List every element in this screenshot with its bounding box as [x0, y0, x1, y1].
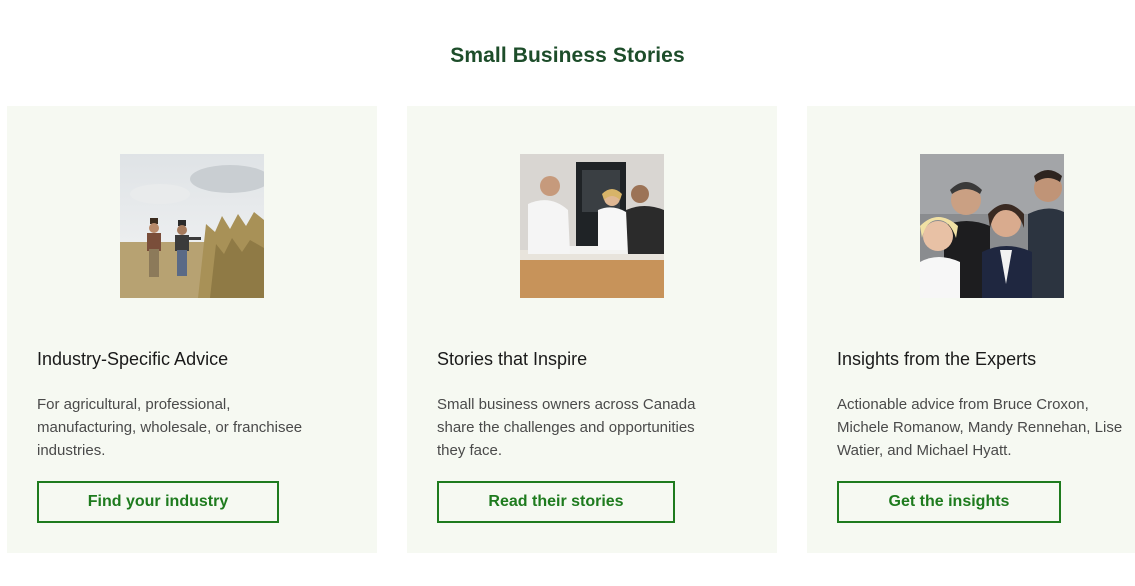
team-reviewing-plans-photo [520, 154, 664, 298]
card-description: Small business owners across Canada shar… [437, 396, 696, 459]
experts-group-portrait-photo [920, 154, 1064, 298]
card-stories-inspire: Stories that Inspire Small business owne… [407, 106, 777, 553]
card-description: For agricultural, professional, manufact… [37, 396, 303, 459]
card-heading: Stories that Inspire [437, 349, 588, 369]
find-your-industry-button[interactable]: Find your industry [37, 481, 279, 523]
small-business-stories-section: Small Business Stories Industry-Specific… [0, 0, 1135, 586]
card-description: Actionable advice from Bruce Croxon, Mic… [837, 396, 1123, 459]
card-heading: Insights from the Experts [837, 349, 1037, 369]
get-the-insights-button[interactable]: Get the insights [837, 481, 1061, 523]
farmers-in-field-photo [120, 154, 264, 298]
read-their-stories-button[interactable]: Read their stories [437, 481, 675, 523]
card-insights-experts: Insights from the Experts Actionable adv… [807, 106, 1135, 553]
section-title: Small Business Stories [450, 44, 685, 67]
card-industry-advice: Industry-Specific Advice For agricultura… [7, 106, 377, 553]
card-heading: Industry-Specific Advice [37, 349, 229, 369]
